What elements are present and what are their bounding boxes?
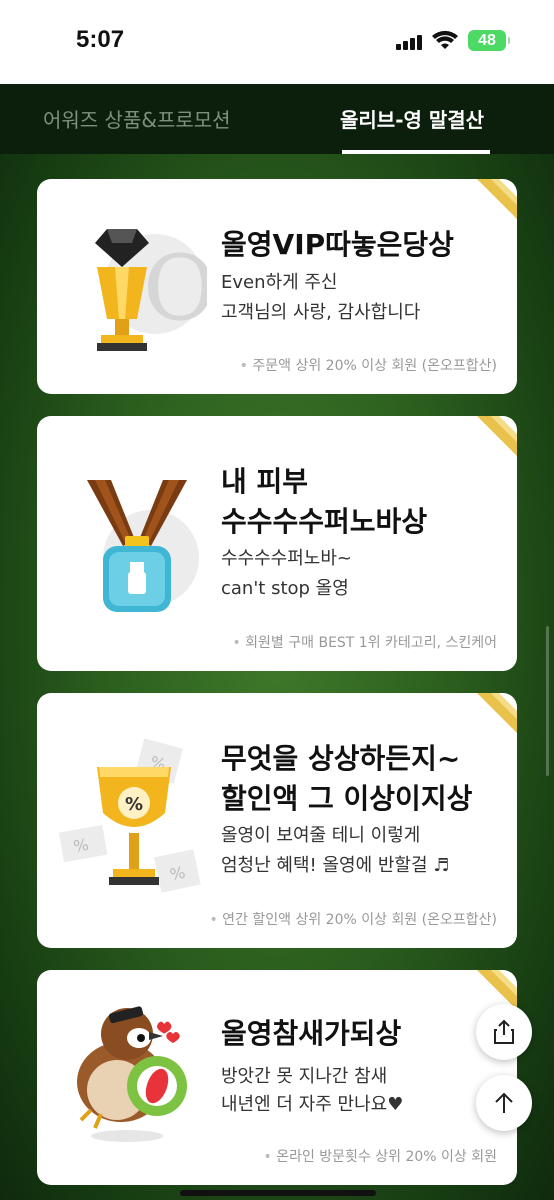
award-description-line-2: 고객님의 사랑, 감사합니다 xyxy=(221,302,421,323)
award-card-skincare: 내 피부 수수수수퍼노바상 수수수수퍼노바~ can't stop 올영 회원별… xyxy=(37,416,517,671)
arrow-up-icon xyxy=(495,1092,513,1113)
award-criteria-note: 연간 할인액 상위 20% 이상 회원 (온오프합산) xyxy=(209,909,497,929)
scrollbar[interactable] xyxy=(546,626,549,776)
tab-awards-products[interactable]: 어워즈 상품&프로모션 xyxy=(43,104,231,133)
svg-text:O: O xyxy=(143,236,207,341)
award-description-line-1: 올영이 보여줄 테니 이렇게 xyxy=(221,825,421,846)
award-title-line-1: 내 피부 xyxy=(221,465,309,498)
award-description-line-1: 수수수수퍼노바~ xyxy=(221,548,353,569)
discount-trophy-icon: % % % % xyxy=(59,738,201,893)
share-icon xyxy=(494,1019,514,1044)
home-indicator xyxy=(180,1190,376,1196)
award-title-line-2: 할인액 그 이상이지상 xyxy=(221,782,473,815)
status-bar: 5:07 48 xyxy=(0,0,554,84)
svg-text:%: % xyxy=(125,794,143,815)
award-title: 올영VIP따놓은당상 xyxy=(221,228,454,261)
award-description-line-2: 내년엔 더 자주 만나요♥ xyxy=(221,1094,404,1115)
tab-bar: 어워즈 상품&프로모션 올리브-영 말결산 xyxy=(0,84,554,154)
medal-icon xyxy=(87,480,199,612)
gold-ribbon-icon xyxy=(477,179,517,219)
gold-ribbon-icon xyxy=(477,416,517,456)
svg-text:%: % xyxy=(72,835,90,856)
award-title-line-1: 무엇을 상상하든지~ xyxy=(221,742,461,775)
sparrow-icon xyxy=(77,1006,187,1142)
award-title: 올영참새가되상 xyxy=(221,1017,402,1050)
award-description-line-1: Even하게 주신 xyxy=(221,272,338,293)
award-description-line-2: 엄청난 혜택! 올영에 반할걸 ♬ xyxy=(221,855,450,876)
wifi-icon xyxy=(432,30,458,49)
award-description-line-2: can't stop 올영 xyxy=(221,578,349,599)
award-card-sparrow: 올영참새가되상 방앗간 못 지나간 참새 내년엔 더 자주 만나요♥ 온라인 방… xyxy=(37,970,517,1185)
award-criteria-note: 온라인 방문횟수 상위 20% 이상 회원 xyxy=(263,1146,497,1166)
award-description-line-1: 방앗간 못 지나간 참새 xyxy=(221,1066,388,1087)
gold-ribbon-icon xyxy=(477,693,517,733)
battery-icon: 48 xyxy=(468,30,510,51)
share-button[interactable] xyxy=(476,1004,532,1060)
award-criteria-note: 주문액 상위 20% 이상 회원 (온오프합산) xyxy=(240,355,497,375)
award-card-discount: % % % % 무엇을 상상하든지~ 할인액 그 이상이지상 올영이 보여줄 테… xyxy=(37,693,517,948)
award-title-line-2: 수수수수퍼노바상 xyxy=(221,505,428,538)
status-time: 5:07 xyxy=(76,26,125,53)
scroll-to-top-button[interactable] xyxy=(476,1075,532,1131)
cellular-signal-icon xyxy=(396,34,424,50)
award-criteria-note: 회원별 구매 BEST 1위 카테고리, 스킨케어 xyxy=(232,632,497,652)
tab-year-end-review[interactable]: 올리브-영 말결산 xyxy=(340,104,484,133)
award-card-vip: O 올영VIP따놓은당상 Even하게 주신 고객님의 사랑, 감사합니다 주문… xyxy=(37,179,517,394)
trophy-diamond-icon: O xyxy=(95,229,207,351)
